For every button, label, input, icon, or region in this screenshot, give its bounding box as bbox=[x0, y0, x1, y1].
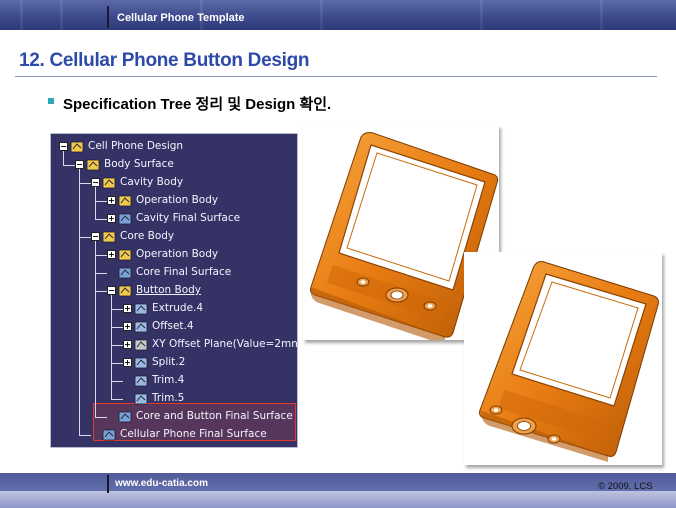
expand-icon[interactable]: + bbox=[107, 196, 116, 205]
tree-node[interactable]: + XY Offset Plane(Value=2mm) bbox=[123, 337, 297, 353]
tree-node[interactable]: Core Final Surface bbox=[107, 265, 297, 281]
expand-icon[interactable]: + bbox=[123, 340, 132, 349]
tree-node-label[interactable]: Cavity Body bbox=[120, 176, 183, 188]
specification-tree[interactable]: − Cell Phone Design − Body Surface − Cavity B… bbox=[50, 133, 298, 448]
offset-icon bbox=[133, 319, 149, 334]
tree-node-label[interactable]: Split.2 bbox=[152, 356, 185, 368]
tree-node-label[interactable]: XY Offset Plane(Value=2mm) bbox=[152, 338, 297, 350]
split-icon bbox=[133, 355, 149, 370]
tree-node-label[interactable]: Body Surface bbox=[104, 158, 174, 170]
trim-icon bbox=[133, 391, 149, 406]
collapse-icon[interactable]: − bbox=[59, 142, 68, 151]
tree-node-label[interactable]: Operation Body bbox=[136, 194, 218, 206]
tree-node[interactable]: + Offset.4 bbox=[123, 319, 297, 335]
product-icon bbox=[69, 139, 85, 154]
tree-node-label[interactable]: Cellular Phone Final Surface bbox=[120, 428, 267, 440]
tree-node[interactable]: + Extrude.4 bbox=[123, 301, 297, 317]
tree-node[interactable]: + Operation Body bbox=[107, 247, 297, 263]
tree-node-label[interactable]: Trim.4 bbox=[152, 374, 184, 386]
header-title: Cellular Phone Template bbox=[117, 12, 245, 24]
collapse-icon[interactable]: − bbox=[107, 286, 116, 295]
tree-node[interactable]: − Core Body bbox=[91, 229, 297, 245]
tree-node-label[interactable]: Offset.4 bbox=[152, 320, 194, 332]
footer-copyright: © 2009. LCS bbox=[598, 481, 653, 492]
tree-node[interactable]: − Cavity Body bbox=[91, 175, 297, 191]
geometrical-set-icon bbox=[117, 247, 133, 262]
tree-node-label[interactable]: Cavity Final Surface bbox=[136, 212, 240, 224]
geometrical-set-icon bbox=[117, 283, 133, 298]
tree-node-label[interactable]: Button Body bbox=[136, 284, 201, 296]
expand-icon[interactable]: + bbox=[123, 358, 132, 367]
footer-url[interactable]: www.edu-catia.com bbox=[115, 478, 208, 489]
tree-node[interactable]: Trim.4 bbox=[123, 373, 297, 389]
expand-icon[interactable]: + bbox=[123, 322, 132, 331]
extrude-icon bbox=[133, 301, 149, 316]
phone-case-image bbox=[479, 261, 659, 462]
surface-icon bbox=[117, 265, 133, 280]
tree-node[interactable]: − Button Body bbox=[107, 283, 297, 299]
header-divider bbox=[107, 6, 109, 28]
tree-node-label[interactable]: Trim.5 bbox=[152, 392, 184, 404]
surface-icon bbox=[117, 211, 133, 226]
tree-node-label[interactable]: Extrude.4 bbox=[152, 302, 203, 314]
tree-node[interactable]: + Split.2 bbox=[123, 355, 297, 371]
tree-node[interactable]: Trim.5 bbox=[123, 391, 297, 407]
footer-band: www.edu-catia.com © 2009. LCS bbox=[0, 473, 676, 508]
tree-node[interactable]: − Body Surface bbox=[75, 157, 297, 173]
geometrical-set-icon bbox=[85, 157, 101, 172]
footer-divider bbox=[107, 475, 109, 493]
trim-icon bbox=[133, 373, 149, 388]
page-title: 12. Cellular Phone Button Design bbox=[19, 50, 310, 71]
tree-node-label[interactable]: Core Body bbox=[120, 230, 174, 242]
expand-icon[interactable]: + bbox=[107, 214, 116, 223]
expand-icon[interactable]: + bbox=[107, 250, 116, 259]
tree-node[interactable]: + Cavity Final Surface bbox=[107, 211, 297, 227]
geometrical-set-icon bbox=[117, 193, 133, 208]
tree-node[interactable]: Cellular Phone Final Surface bbox=[91, 427, 297, 443]
tree-node-label[interactable]: Core and Button Final Surface bbox=[136, 410, 293, 422]
plane-icon bbox=[133, 337, 149, 352]
title-rule bbox=[15, 76, 657, 77]
tree-node[interactable]: − Cell Phone Design bbox=[59, 139, 297, 155]
collapse-icon[interactable]: − bbox=[75, 160, 84, 169]
bullet-marker bbox=[48, 98, 54, 104]
geometrical-set-icon bbox=[101, 175, 117, 190]
tree-node-label[interactable]: Core Final Surface bbox=[136, 266, 231, 278]
spec-bullet-text: Specification Tree 정리 및 Design 확인. bbox=[63, 96, 332, 113]
collapse-icon[interactable]: − bbox=[91, 232, 100, 241]
tree-node[interactable]: Core and Button Final Surface bbox=[107, 409, 297, 425]
surface-icon bbox=[117, 409, 133, 424]
phone-render-2 bbox=[464, 252, 662, 465]
tree-node[interactable]: + Operation Body bbox=[107, 193, 297, 209]
tree-node-label[interactable]: Cell Phone Design bbox=[88, 140, 183, 152]
collapse-icon[interactable]: − bbox=[91, 178, 100, 187]
tree-node-label[interactable]: Operation Body bbox=[136, 248, 218, 260]
surface-icon bbox=[101, 427, 117, 442]
geometrical-set-icon bbox=[101, 229, 117, 244]
expand-icon[interactable]: + bbox=[123, 304, 132, 313]
footer-strip bbox=[0, 473, 676, 491]
header-band: Cellular Phone Template bbox=[0, 0, 676, 30]
